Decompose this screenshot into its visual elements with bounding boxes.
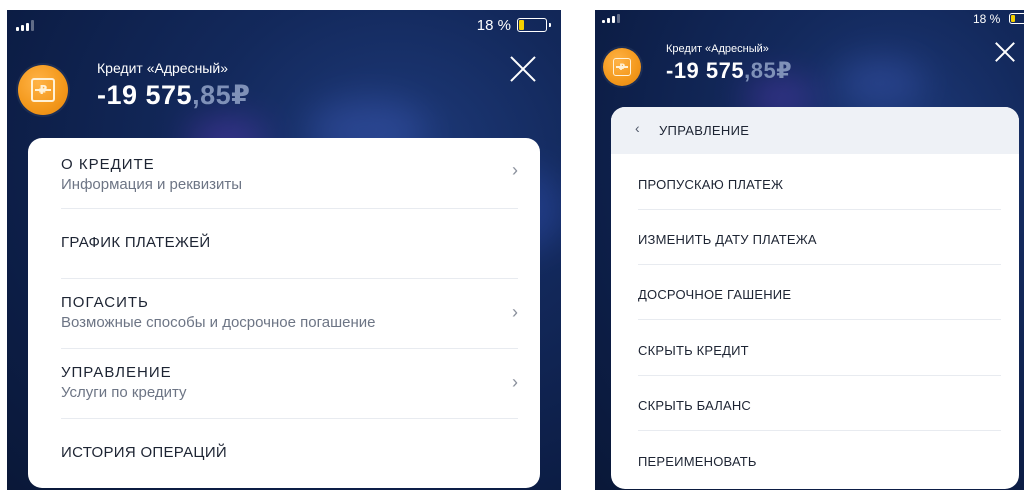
chevron-right-icon: › (512, 160, 518, 180)
divider (638, 430, 1001, 431)
divider (638, 319, 1001, 320)
chevron-right-icon: › (512, 302, 518, 322)
credit-amount-main: -19 575 (666, 58, 745, 83)
credit-amount: -19 575,85₽ (97, 80, 250, 111)
menu-item-subtitle: Возможные способы и досрочное погашение (61, 314, 376, 331)
menu-item-title: ГРАФИК ПЛАТЕЖЕЙ (61, 234, 211, 251)
signal-icon (16, 20, 34, 31)
management-menu-sheet: ‹ УПРАВЛЕНИЕ ПРОПУСКАЮ ПЛАТЕЖ ИЗМЕНИТЬ Д… (611, 107, 1019, 489)
menu-item-management[interactable]: УПРАВЛЕНИЕ Услуги по кредиту › (28, 349, 540, 418)
menu-item-title: УПРАВЛЕНИЕ (61, 364, 172, 381)
menu-item-title: ИСТОРИЯ ОПЕРАЦИЙ (61, 444, 227, 461)
background-blob (835, 60, 925, 105)
divider (638, 375, 1001, 376)
menu-item-title: ПОГАСИТЬ (61, 294, 149, 311)
battery-percent: 18 % (973, 12, 1001, 26)
menu-item-title: О КРЕДИТЕ (61, 156, 155, 173)
screen-credit-menu: 18 % ₽ Кредит «Адресный» -19 575,85₽ О К… (7, 10, 561, 490)
menu-item-skip-payment[interactable]: ПРОПУСКАЮ ПЛАТЕЖ (638, 177, 783, 192)
menu-item-payment-schedule[interactable]: ГРАФИК ПЛАТЕЖЕЙ (28, 209, 540, 278)
divider (638, 209, 1001, 210)
chevron-right-icon: › (512, 372, 518, 392)
menu-item-early-repayment[interactable]: ДОСРОЧНОЕ ГАШЕНИЕ (638, 287, 791, 302)
menu-item-change-payment-date[interactable]: ИЗМЕНИТЬ ДАТУ ПЛАТЕЖА (638, 232, 817, 247)
menu-item-hide-balance[interactable]: СКРЫТЬ БАЛАНС (638, 398, 751, 413)
chevron-left-icon[interactable]: ‹ (635, 120, 640, 136)
close-icon[interactable] (510, 56, 536, 82)
menu-item-subtitle: Информация и реквизиты (61, 176, 243, 193)
ruble-card-icon: ₽ (613, 58, 631, 76)
credit-amount-cents: ,85₽ (192, 80, 251, 110)
battery-icon (1009, 13, 1024, 24)
credit-card-icon: ₽ (603, 48, 641, 86)
menu-item-subtitle: Услуги по кредиту (61, 384, 187, 401)
battery-icon (517, 18, 551, 32)
credit-card-icon: ₽ (18, 65, 68, 115)
credit-amount-cents: ,85₽ (744, 58, 793, 83)
ruble-card-icon: ₽ (31, 78, 55, 102)
status-bar: 18 % (7, 10, 561, 40)
management-menu-title: УПРАВЛЕНИЕ (659, 123, 750, 138)
close-icon[interactable] (995, 42, 1015, 62)
menu-item-repay[interactable]: ПОГАСИТЬ Возможные способы и досрочное п… (28, 279, 540, 348)
status-bar: 18 % (595, 10, 1024, 40)
signal-icon (602, 14, 620, 23)
battery-percent: 18 % (476, 17, 511, 34)
screen-management-menu: 18 % ₽ Кредит «Адресный» -19 575,85₽ ‹ У… (595, 10, 1024, 490)
menu-item-operations-history[interactable]: ИСТОРИЯ ОПЕРАЦИЙ (28, 419, 540, 488)
menu-item-hide-credit[interactable]: СКРЫТЬ КРЕДИТ (638, 343, 749, 358)
credit-menu-sheet: О КРЕДИТЕ Информация и реквизиты › ГРАФИ… (28, 138, 540, 488)
credit-amount-main: -19 575 (97, 80, 193, 110)
credit-amount: -19 575,85₽ (666, 58, 792, 84)
menu-item-about-credit[interactable]: О КРЕДИТЕ Информация и реквизиты › (28, 138, 540, 208)
management-menu-header[interactable]: ‹ УПРАВЛЕНИЕ (611, 107, 1019, 154)
credit-title: Кредит «Адресный» (97, 60, 228, 76)
credit-title: Кредит «Адресный» (666, 43, 769, 55)
menu-item-rename[interactable]: ПЕРЕИМЕНОВАТЬ (638, 454, 757, 469)
divider (638, 264, 1001, 265)
